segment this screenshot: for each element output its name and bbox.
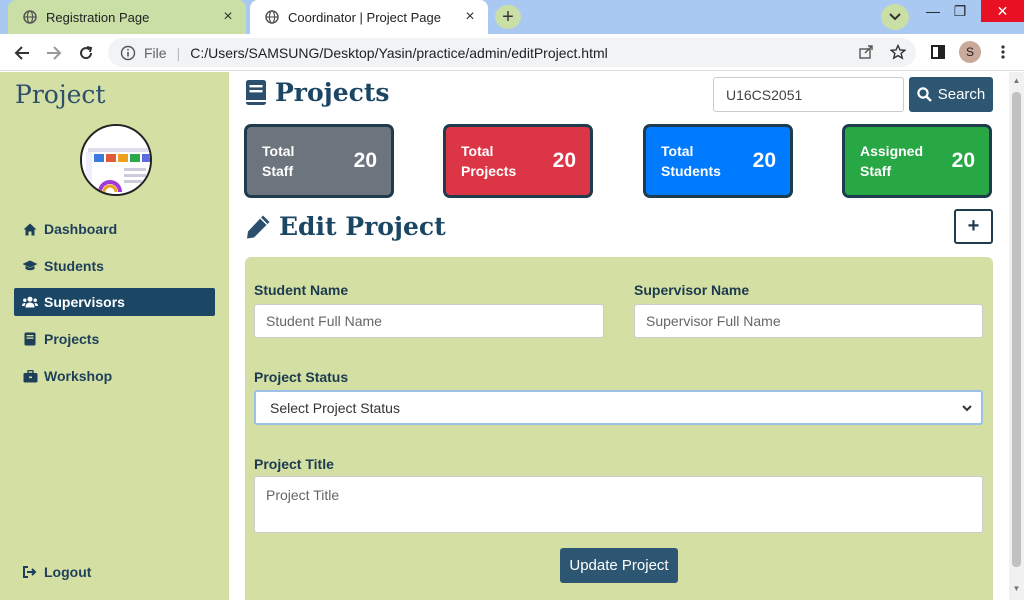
tab-title: Registration Page (46, 9, 150, 25)
globe-icon (22, 9, 38, 25)
search-icon (917, 87, 932, 102)
stat-value: 20 (951, 149, 975, 172)
stat-value: 20 (752, 149, 776, 172)
stat-label: Total Students (661, 143, 721, 179)
stat-label: Total Projects (461, 143, 517, 179)
student-name-label: Student Name (254, 282, 349, 298)
stat-card-total-staff: Total Staff 20 (244, 124, 394, 198)
chevron-down-icon (961, 402, 973, 414)
sidebar-item-label: Dashboard (44, 221, 118, 237)
sidebar-item-projects[interactable]: Projects (14, 325, 215, 353)
project-title-label: Project Title (254, 456, 334, 472)
stat-label: Assigned Staff (860, 143, 924, 179)
sidebar-item-label: Projects (44, 331, 100, 347)
supervisor-name-label: Supervisor Name (634, 282, 750, 298)
sidebar-item-dashboard[interactable]: Dashboard (14, 215, 215, 243)
tab-search-button[interactable] (881, 4, 909, 30)
share-icon[interactable] (856, 42, 876, 62)
stat-card-assigned-staff: Assigned Staff 20 (842, 124, 992, 198)
scrollbar-thumb[interactable] (1012, 92, 1021, 567)
sidebar-item-label: Supervisors (44, 294, 125, 310)
sidebar-item-label: Workshop (44, 368, 113, 384)
stat-value: 20 (552, 149, 576, 172)
close-icon[interactable]: × (462, 8, 478, 25)
search-input[interactable]: U16CS2051 (713, 77, 904, 112)
more-menu-icon[interactable] (993, 42, 1013, 62)
stat-label: Total Staff (262, 143, 295, 179)
sidebar-item-label: Students (44, 258, 104, 274)
project-status-select[interactable]: Select Project Status (254, 390, 983, 425)
browser-tab-bar: Registration Page × Coordinator | Projec… (0, 0, 1024, 34)
browser-tab-coordinator[interactable]: Coordinator | Project Page × (250, 0, 488, 34)
section-title-text: Edit Project (279, 212, 446, 241)
close-icon[interactable]: × (220, 8, 236, 25)
page-content: Project Dashboard Students Supervisors P… (0, 72, 1024, 600)
profile-avatar[interactable]: S (959, 41, 981, 63)
search-button[interactable]: Search (909, 77, 993, 112)
sidebar-item-supervisors[interactable]: Supervisors (14, 288, 215, 316)
search-button-label: Search (937, 86, 986, 103)
page-title-text: Projects (275, 78, 390, 107)
tab-title: Coordinator | Project Page (288, 9, 441, 25)
main-content: Projects U16CS2051 Search Total Staff 20 … (229, 72, 1009, 600)
info-icon[interactable] (120, 45, 136, 61)
url-text: C:/Users/SAMSUNG/Desktop/Yasin/practice/… (190, 44, 608, 61)
browser-tab-registration[interactable]: Registration Page × (8, 0, 246, 34)
chevron-down-icon (889, 13, 901, 21)
new-tab-button[interactable]: + (495, 5, 521, 29)
stat-card-total-students: Total Students 20 (643, 124, 793, 198)
back-icon[interactable] (11, 42, 33, 64)
scroll-down-arrow-icon[interactable]: ▼ (1012, 584, 1021, 594)
logout-link[interactable]: Logout (14, 558, 215, 586)
update-project-button[interactable]: Update Project (560, 548, 678, 583)
sidebar-item-workshop[interactable]: Workshop (14, 362, 215, 390)
minimize-button[interactable]: — (918, 0, 948, 22)
briefcase-icon (22, 368, 38, 384)
restore-button[interactable]: ❐ (945, 0, 975, 22)
url-scheme: File (144, 44, 167, 61)
page-title: Projects (245, 78, 389, 107)
url-field[interactable]: File | C:/Users/SAMSUNG/Desktop/Yasin/pr… (108, 38, 916, 67)
edit-project-form: Student Name Student Full Name Superviso… (245, 257, 993, 600)
supervisor-name-field[interactable]: Supervisor Full Name (634, 304, 983, 338)
sidebar: Project Dashboard Students Supervisors P… (0, 72, 229, 600)
users-icon (22, 294, 38, 310)
section-title: Edit Project (245, 212, 446, 241)
project-title-field[interactable]: Project Title (254, 476, 983, 533)
book-icon (245, 79, 267, 107)
sign-out-icon (22, 564, 38, 580)
add-project-button[interactable]: + (954, 209, 993, 244)
page-scrollbar[interactable]: ▲ ▼ (1009, 72, 1024, 600)
address-bar: File | C:/Users/SAMSUNG/Desktop/Yasin/pr… (0, 34, 1024, 71)
stat-value: 20 (353, 149, 377, 172)
stat-card-total-projects: Total Projects 20 (443, 124, 593, 198)
forward-icon[interactable] (43, 42, 65, 64)
window-close-button[interactable]: ✕ (981, 0, 1024, 22)
book-icon (22, 331, 38, 347)
url-separator: | (176, 44, 181, 61)
pencil-icon (245, 214, 271, 240)
scroll-up-arrow-icon[interactable]: ▲ (1012, 76, 1021, 86)
project-status-value: Select Project Status (270, 399, 400, 416)
bookmark-star-icon[interactable] (888, 42, 908, 62)
sidebar-item-students[interactable]: Students (14, 252, 215, 280)
brand-logo-image (80, 124, 152, 196)
reload-icon[interactable] (75, 42, 97, 64)
graduation-cap-icon (22, 258, 38, 274)
brand-title: Project (15, 80, 106, 109)
student-name-field[interactable]: Student Full Name (254, 304, 604, 338)
side-panel-icon[interactable] (928, 42, 948, 62)
home-icon (22, 221, 38, 237)
logout-label: Logout (44, 564, 92, 580)
globe-icon (264, 9, 280, 25)
project-status-label: Project Status (254, 369, 349, 385)
